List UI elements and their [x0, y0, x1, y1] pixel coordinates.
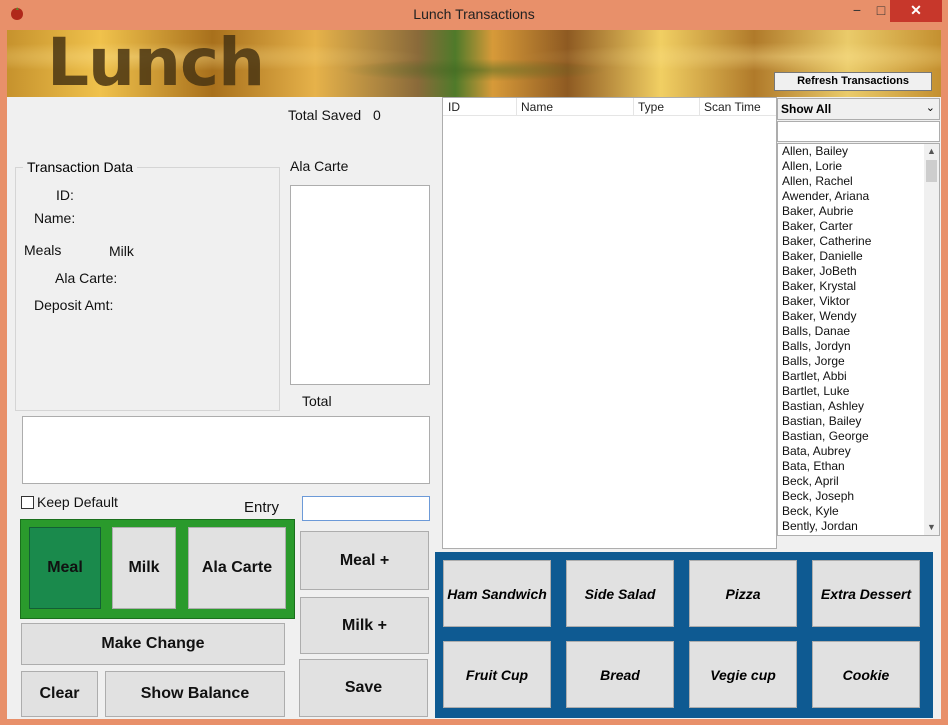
chevron-down-icon: ⌄: [925, 102, 935, 114]
column-separator[interactable]: [699, 98, 700, 116]
student-list-item[interactable]: Beck, April: [778, 474, 939, 489]
student-listbox[interactable]: Allen, Bailey Allen, Lorie Allen, Rachel Aw…: [777, 143, 940, 536]
scroll-up-icon[interactable]: ▲: [924, 144, 939, 159]
column-separator[interactable]: [633, 98, 634, 116]
filter-selected: Show All: [781, 102, 832, 116]
banner-title: Lunch: [47, 30, 265, 97]
ala-carte-listbox[interactable]: [290, 185, 430, 385]
food-item-button[interactable]: Ham Sandwich: [443, 560, 551, 627]
make-change-button[interactable]: Make Change: [21, 623, 285, 665]
ala-carte-count-label: Ala Carte:: [55, 270, 118, 286]
student-list-item[interactable]: Bata, Aubrey: [778, 444, 939, 459]
student-list-item[interactable]: Baker, Carter: [778, 219, 939, 234]
deposit-amount-label: Deposit Amt:: [34, 297, 114, 313]
refresh-transactions-button[interactable]: Refresh Transactions: [774, 72, 932, 91]
student-list-item[interactable]: Baker, JoBeth: [778, 264, 939, 279]
window-title: Lunch Transactions: [413, 6, 535, 22]
listbox-scrollbar[interactable]: ▲ ▼: [924, 144, 939, 535]
entry-input[interactable]: [302, 496, 430, 521]
filter-dropdown[interactable]: Show All ⌄: [777, 98, 940, 120]
show-balance-button[interactable]: Show Balance: [105, 671, 285, 717]
student-list-item[interactable]: Awender, Ariana: [778, 189, 939, 204]
student-search-input[interactable]: [777, 121, 940, 142]
student-list-item[interactable]: Baker, Krystal: [778, 279, 939, 294]
student-list-item[interactable]: Bently, Jordan: [778, 519, 939, 534]
student-list-item[interactable]: Bastian, George: [778, 429, 939, 444]
student-list-item[interactable]: Allen, Rachel: [778, 174, 939, 189]
food-item-button[interactable]: Side Salad: [566, 560, 674, 627]
total-saved-value: 0: [373, 107, 381, 123]
ala-carte-items-panel: Ham Sandwich Side Salad Pizza Extra Dessert…: [435, 552, 933, 718]
total-saved-label: Total Saved: [288, 107, 362, 123]
ala-carte-list-label: Ala Carte: [290, 158, 349, 174]
entry-label: Entry: [244, 499, 280, 516]
scroll-thumb[interactable]: [926, 160, 937, 182]
keep-default-checkbox[interactable]: [21, 496, 34, 509]
student-list-item[interactable]: Allen, Bailey: [778, 144, 939, 159]
notes-textbox[interactable]: [22, 416, 430, 484]
name-label: Name:: [34, 210, 76, 226]
food-item-button[interactable]: Bread: [566, 641, 674, 708]
student-list-item[interactable]: Allen, Lorie: [778, 159, 939, 174]
food-item-button[interactable]: Pizza: [689, 560, 797, 627]
food-item-button[interactable]: Cookie: [812, 641, 920, 708]
keep-default-label: Keep Default: [37, 494, 118, 510]
milk-label: Milk: [109, 243, 134, 259]
close-button[interactable]: ✕: [890, 0, 942, 22]
scroll-down-icon[interactable]: ▼: [924, 520, 939, 535]
student-list-item[interactable]: Bartlet, Luke: [778, 384, 939, 399]
student-list-item[interactable]: Beck, Kyle: [778, 504, 939, 519]
title-bar: Lunch Transactions − □ ✕: [0, 0, 948, 30]
student-list-item[interactable]: Baker, Catherine: [778, 234, 939, 249]
student-list-item[interactable]: Baker, Wendy: [778, 309, 939, 324]
column-type[interactable]: Type: [638, 100, 664, 114]
listview-header: ID Name Type Scan Time: [443, 98, 776, 116]
student-list-item[interactable]: Baker, Aubrie: [778, 204, 939, 219]
student-list-item[interactable]: Bartlet, Abbi: [778, 369, 939, 384]
student-list-item[interactable]: Baker, Danielle: [778, 249, 939, 264]
minimize-button[interactable]: −: [845, 0, 869, 22]
milk-button[interactable]: Milk: [112, 527, 176, 609]
transactions-listview[interactable]: ID Name Type Scan Time: [442, 97, 777, 549]
meals-label: Meals: [24, 242, 62, 258]
banner-image: Lunch Refresh Transactions: [7, 30, 941, 97]
clear-button[interactable]: Clear: [21, 671, 98, 717]
student-list-item[interactable]: Balls, Jordyn: [778, 339, 939, 354]
column-id[interactable]: ID: [448, 100, 460, 114]
column-separator[interactable]: [516, 98, 517, 116]
transaction-data-title: Transaction Data: [23, 159, 138, 175]
total-label: Total: [302, 393, 332, 409]
student-list-item[interactable]: Balls, Danae: [778, 324, 939, 339]
student-list-item[interactable]: Bata, Ethan: [778, 459, 939, 474]
ala-carte-button[interactable]: Ala Carte: [188, 527, 286, 609]
client-area: Lunch Refresh Transactions Total Saved 0…: [7, 30, 941, 719]
meal-plus-button[interactable]: Meal +: [300, 531, 429, 590]
student-items: Allen, Bailey Allen, Lorie Allen, Rachel Aw…: [778, 144, 939, 534]
student-list-item[interactable]: Balls, Jorge: [778, 354, 939, 369]
food-item-button[interactable]: Fruit Cup: [443, 641, 551, 708]
student-list-item[interactable]: Bastian, Ashley: [778, 399, 939, 414]
student-list-item[interactable]: Bastian, Bailey: [778, 414, 939, 429]
milk-plus-button[interactable]: Milk +: [300, 597, 429, 654]
column-name[interactable]: Name: [521, 100, 553, 114]
transaction-data-group: [15, 167, 280, 411]
student-list-item[interactable]: Beck, Joseph: [778, 489, 939, 504]
id-label: ID:: [56, 187, 74, 203]
column-scan-time[interactable]: Scan Time: [704, 100, 761, 114]
student-list-item[interactable]: Baker, Viktor: [778, 294, 939, 309]
meal-button[interactable]: Meal: [29, 527, 101, 609]
food-item-button[interactable]: Vegie cup: [689, 641, 797, 708]
food-item-button[interactable]: Extra Dessert: [812, 560, 920, 627]
save-button[interactable]: Save: [299, 659, 428, 717]
